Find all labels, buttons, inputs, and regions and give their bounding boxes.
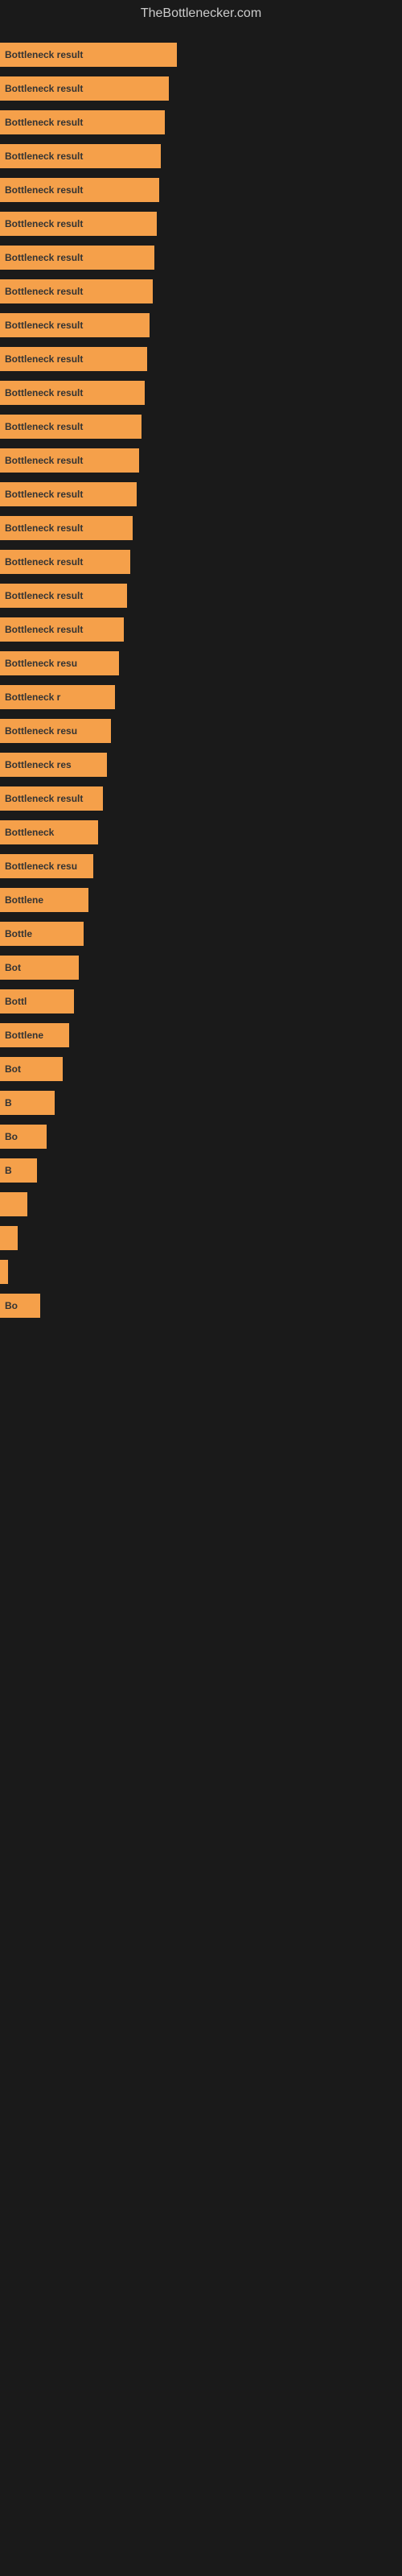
- bar-row: Bottleneck: [0, 818, 402, 847]
- bar-item: Bottleneck result: [0, 246, 154, 270]
- bar-item: Bot: [0, 1057, 63, 1081]
- bar-row: Bottleneck result: [0, 108, 402, 137]
- bar-item: Bottleneck result: [0, 550, 130, 574]
- bar-row: Bottlene: [0, 886, 402, 914]
- bar-item: Bottleneck resu: [0, 854, 93, 878]
- bar-row: Bottleneck result: [0, 547, 402, 576]
- bar-row: Bot: [0, 1055, 402, 1084]
- bar-item: Bottleneck result: [0, 347, 147, 371]
- bar-row: Bottl: [0, 987, 402, 1016]
- bar-row: Bottleneck result: [0, 514, 402, 543]
- bar-item: Bottleneck result: [0, 110, 165, 134]
- bar-row: Bottleneck resu: [0, 852, 402, 881]
- bar-row: Bottle: [0, 919, 402, 948]
- bar-row: [0, 1224, 402, 1253]
- bar-row: Bottleneck result: [0, 446, 402, 475]
- bar-row: B: [0, 1088, 402, 1117]
- bar-item: Bottleneck result: [0, 76, 169, 101]
- bar-item: Bottlene: [0, 888, 88, 912]
- bar-row: Bottleneck result: [0, 378, 402, 407]
- bar-row: Bottleneck result: [0, 277, 402, 306]
- bar-row: Bottleneck result: [0, 581, 402, 610]
- bar-item: Bottleneck result: [0, 482, 137, 506]
- bar-item: Bottleneck res: [0, 753, 107, 777]
- bar-item: [0, 1260, 8, 1284]
- bar-item: Bottleneck result: [0, 381, 145, 405]
- bar-item: Bottleneck result: [0, 448, 139, 473]
- bar-row: Bottleneck result: [0, 311, 402, 340]
- bar-item: Bottleneck result: [0, 43, 177, 67]
- bar-item: B: [0, 1158, 37, 1183]
- bar-item: [0, 1226, 18, 1250]
- bar-row: Bottleneck result: [0, 74, 402, 103]
- bar-row: B: [0, 1156, 402, 1185]
- bar-row: Bo: [0, 1291, 402, 1320]
- bar-item: Bottleneck resu: [0, 719, 111, 743]
- bar-item: Bottl: [0, 989, 74, 1013]
- bar-item: Bottleneck result: [0, 786, 103, 811]
- bar-row: Bottleneck result: [0, 480, 402, 509]
- bar-row: Bottleneck resu: [0, 716, 402, 745]
- page-title: TheBottlenecker.com: [0, 0, 402, 27]
- bar-item: Bottlene: [0, 1023, 69, 1047]
- bar-row: Bottleneck result: [0, 209, 402, 238]
- bar-item: Bottleneck r: [0, 685, 115, 709]
- bar-item: Bottleneck result: [0, 617, 124, 642]
- bar-item: Bottleneck result: [0, 144, 161, 168]
- bar-item: Bottleneck result: [0, 279, 153, 303]
- bar-row: Bottleneck resu: [0, 649, 402, 678]
- bar-item: [0, 1192, 27, 1216]
- bar-row: Bot: [0, 953, 402, 982]
- bar-row: Bottleneck result: [0, 142, 402, 171]
- bar-row: Bottleneck result: [0, 784, 402, 813]
- bar-row: Bottleneck result: [0, 345, 402, 374]
- bar-item: Bot: [0, 956, 79, 980]
- bar-item: Bottleneck resu: [0, 651, 119, 675]
- chart-container: Bottleneck result Bottleneck result Bottle…: [0, 27, 402, 1333]
- bar-item: Bottleneck result: [0, 313, 150, 337]
- bar-item: Bottle: [0, 922, 84, 946]
- bar-row: [0, 1190, 402, 1219]
- bar-item: Bottleneck result: [0, 178, 159, 202]
- bar-row: Bottleneck r: [0, 683, 402, 712]
- bar-row: Bottleneck result: [0, 243, 402, 272]
- bar-item: Bottleneck result: [0, 516, 133, 540]
- bar-row: Bottleneck result: [0, 40, 402, 69]
- bar-item: Bo: [0, 1125, 47, 1149]
- bar-item: B: [0, 1091, 55, 1115]
- bar-row: Bottleneck result: [0, 175, 402, 204]
- bar-row: Bo: [0, 1122, 402, 1151]
- bar-item: Bottleneck: [0, 820, 98, 844]
- bar-row: Bottlene: [0, 1021, 402, 1050]
- bar-row: [0, 1257, 402, 1286]
- bar-item: Bottleneck result: [0, 584, 127, 608]
- bar-item: Bo: [0, 1294, 40, 1318]
- bar-item: Bottleneck result: [0, 415, 142, 439]
- bar-row: Bottleneck result: [0, 615, 402, 644]
- bar-item: Bottleneck result: [0, 212, 157, 236]
- bar-row: Bottleneck res: [0, 750, 402, 779]
- bar-row: Bottleneck result: [0, 412, 402, 441]
